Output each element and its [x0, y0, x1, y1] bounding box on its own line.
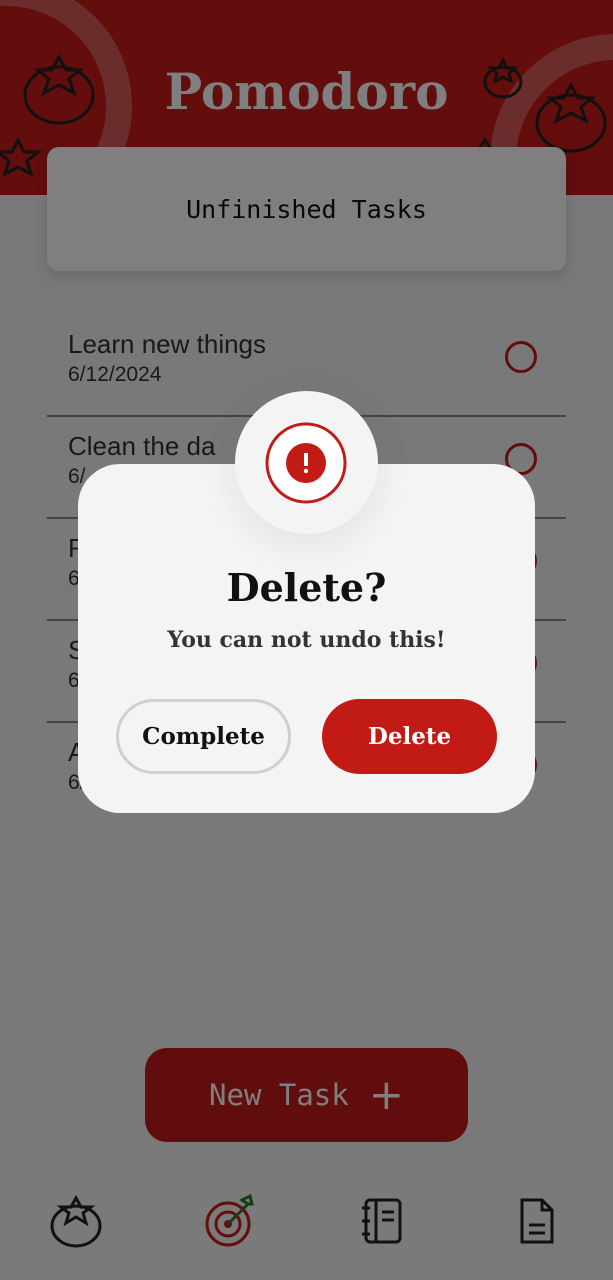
delete-button[interactable]: Delete: [322, 699, 497, 774]
dialog-message: You can not undo this!: [167, 627, 446, 653]
alert-icon: [265, 422, 347, 504]
dialog-title: Delete?: [226, 565, 387, 610]
complete-button[interactable]: Complete: [116, 699, 291, 774]
alert-badge: [235, 391, 378, 534]
